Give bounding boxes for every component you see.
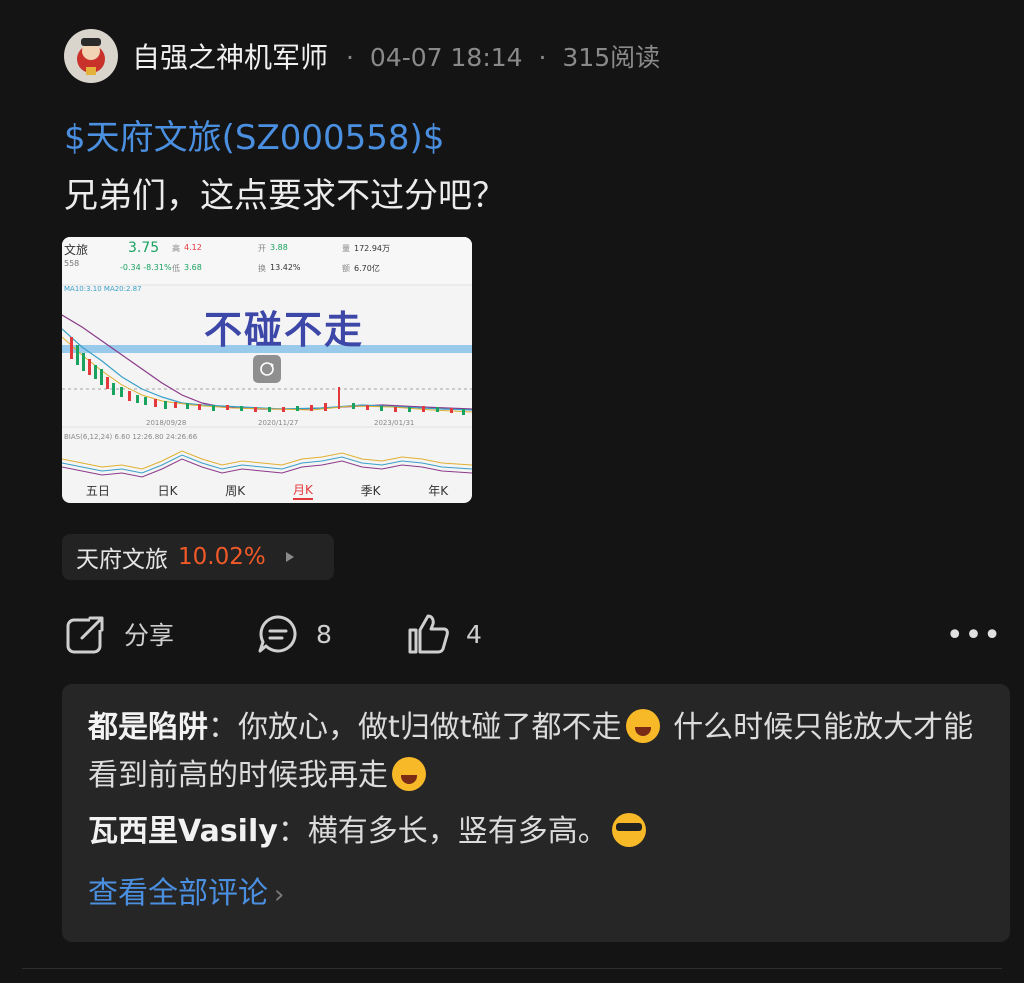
thumb-price: 3.75	[128, 240, 160, 256]
stock-tag-link[interactable]: $天府文旅(SZ000558)$	[64, 110, 444, 159]
like-button[interactable]: 4	[406, 610, 482, 658]
comment-icon	[258, 615, 297, 653]
comment-separator: ：	[277, 814, 308, 849]
like-count: 4	[466, 619, 482, 649]
thumb-date-3: 2023/01/31	[374, 419, 415, 427]
chevron-right-icon: ›	[274, 880, 285, 910]
divider	[22, 968, 1002, 969]
tab-month-k[interactable]: 月K	[292, 481, 313, 500]
read-count: 315阅读	[562, 43, 661, 72]
chart-screenshot-image[interactable]: 文旅 558 3.75 -0.34 -8.31% 高 4.12 低 3.68 开…	[62, 237, 472, 503]
share-button[interactable]: 分享	[64, 610, 174, 658]
thumb-open: 3.88	[270, 243, 288, 252]
tab-week-k[interactable]: 周K	[225, 482, 245, 499]
thumb-low-label: 低	[172, 264, 180, 273]
avatar-image	[77, 38, 105, 75]
tab-day-k[interactable]: 日K	[158, 482, 178, 499]
thumb-turnover-label: 换	[258, 264, 266, 273]
refresh-icon-graphic	[260, 362, 274, 376]
view-all-comments-link[interactable]: 查看全部评论 ›	[88, 868, 284, 912]
thumb-low: 3.68	[184, 263, 202, 272]
thumb-open-label: 开	[258, 244, 266, 253]
kline-period-tabs: 五日 日K 周K 月K 季K 年K	[62, 477, 472, 503]
comment-count: 8	[316, 619, 332, 649]
thumb-amount: 6.70亿	[354, 264, 380, 273]
overlay-text: 不碰不走	[204, 308, 365, 352]
comment-text: 你放心，做t归做t碰了都不走	[238, 710, 622, 745]
thumb-ma-line: MA10:3.10 MA20:2.87	[64, 285, 142, 293]
thumb-bias-line: BIAS(6,12,24) 6.60 12:26.80 24:26.66	[64, 433, 198, 441]
thumb-amount-label: 额	[342, 264, 350, 273]
comment-user[interactable]: 都是陷阱	[88, 710, 208, 745]
thumbs-up-icon	[408, 614, 449, 654]
stock-quote-chip[interactable]: 天府文旅 10.02%	[62, 534, 334, 580]
post-meta: · 04-07 18:14 · 315阅读	[338, 38, 660, 74]
comment-preview-panel: 都是陷阱：你放心，做t归做t碰了都不走 什么时候只能放大才能看到前高的时候我再走…	[62, 684, 1010, 942]
view-all-label: 查看全部评论	[88, 876, 268, 911]
chip-change-percent: 10.02%	[178, 544, 266, 570]
comment-separator: ：	[208, 710, 238, 745]
share-label: 分享	[124, 621, 175, 650]
sunglasses-emoji-icon	[611, 813, 646, 847]
share-icon	[66, 616, 106, 654]
laughing-tears-emoji-icon	[392, 757, 426, 791]
comment-button[interactable]: 8	[256, 610, 332, 658]
tab-year-k[interactable]: 年K	[428, 482, 448, 499]
meta-separator: ·	[538, 43, 547, 72]
thumb-change: -0.34 -8.31%	[120, 263, 172, 272]
post-header: 自强之神机军师 · 04-07 18:14 · 315阅读	[64, 29, 660, 83]
tab-quarter-k[interactable]: 季K	[361, 482, 381, 499]
play-arrow-icon	[285, 552, 294, 562]
thumb-date-2: 2020/11/27	[258, 419, 299, 427]
action-bar: 分享 8 4 •••	[64, 610, 1014, 658]
chip-stock-name: 天府文旅	[76, 547, 168, 573]
thumb-volume-label: 量	[342, 244, 350, 253]
avatar[interactable]	[64, 29, 118, 83]
refresh-icon	[253, 355, 281, 383]
thumb-high-label: 高	[172, 244, 180, 253]
author-name[interactable]: 自强之神机军师	[132, 36, 328, 76]
more-options-icon[interactable]: •••	[946, 618, 1002, 653]
thumb-stock-code: 558	[64, 259, 80, 268]
thumb-stock-name: 文旅	[64, 243, 89, 257]
tab-five-day[interactable]: 五日	[86, 482, 110, 499]
thumb-volume: 172.94万	[354, 244, 390, 253]
post-body-text: 兄弟们，这点要求不过分吧？	[64, 176, 506, 216]
thumb-turnover: 13.42%	[270, 263, 301, 272]
thumb-high: 4.12	[184, 243, 202, 252]
post-date: 04-07 18:14	[369, 43, 523, 72]
laughing-tears-emoji-icon	[625, 709, 660, 743]
comment-item[interactable]: 瓦西里Vasily：横有多长，竖有多高。	[88, 808, 984, 856]
meta-separator: ·	[346, 43, 354, 72]
comment-text: 横有多长，竖有多高。	[307, 814, 608, 849]
thumb-date-1: 2018/09/28	[146, 419, 187, 427]
post-card: 自强之神机军师 · 04-07 18:14 · 315阅读 $天府文旅(SZ00…	[0, 0, 1024, 983]
comment-item[interactable]: 都是陷阱：你放心，做t归做t碰了都不走 什么时候只能放大才能看到前高的时候我再走	[88, 704, 984, 800]
comment-user[interactable]: 瓦西里Vasily	[88, 814, 278, 849]
